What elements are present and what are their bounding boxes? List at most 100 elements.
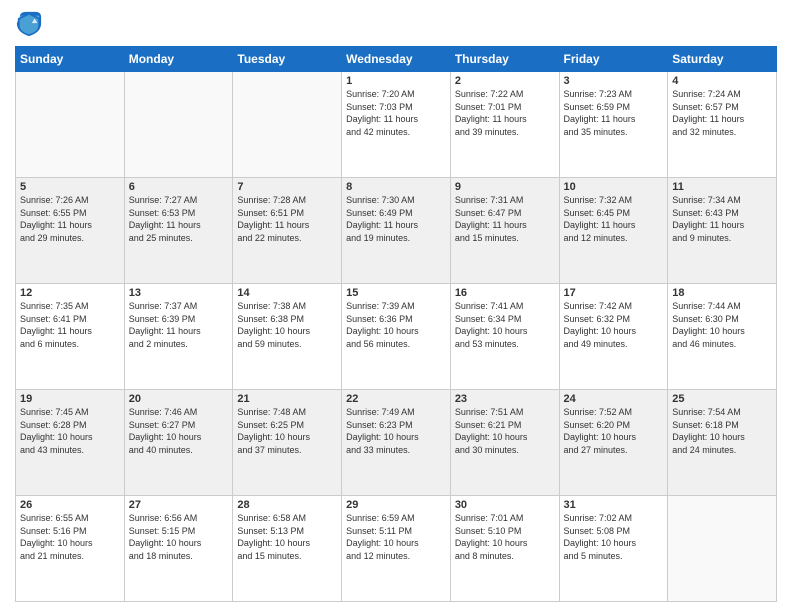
calendar-cell xyxy=(668,496,777,602)
day-number: 21 xyxy=(237,393,337,405)
day-info: Sunrise: 7:01 AM Sunset: 5:10 PM Dayligh… xyxy=(455,512,555,562)
day-number: 29 xyxy=(346,499,446,511)
day-info: Sunrise: 7:32 AM Sunset: 6:45 PM Dayligh… xyxy=(564,194,664,244)
day-info: Sunrise: 7:49 AM Sunset: 6:23 PM Dayligh… xyxy=(346,406,446,456)
calendar-cell: 7Sunrise: 7:28 AM Sunset: 6:51 PM Daylig… xyxy=(233,178,342,284)
calendar-cell: 23Sunrise: 7:51 AM Sunset: 6:21 PM Dayli… xyxy=(450,390,559,496)
day-number: 15 xyxy=(346,287,446,299)
day-info: Sunrise: 7:34 AM Sunset: 6:43 PM Dayligh… xyxy=(672,194,772,244)
day-number: 1 xyxy=(346,75,446,87)
day-number: 24 xyxy=(564,393,664,405)
calendar-cell: 13Sunrise: 7:37 AM Sunset: 6:39 PM Dayli… xyxy=(124,284,233,390)
day-info: Sunrise: 7:30 AM Sunset: 6:49 PM Dayligh… xyxy=(346,194,446,244)
day-info: Sunrise: 7:31 AM Sunset: 6:47 PM Dayligh… xyxy=(455,194,555,244)
calendar-cell: 12Sunrise: 7:35 AM Sunset: 6:41 PM Dayli… xyxy=(16,284,125,390)
calendar-cell: 29Sunrise: 6:59 AM Sunset: 5:11 PM Dayli… xyxy=(342,496,451,602)
calendar-week-2: 5Sunrise: 7:26 AM Sunset: 6:55 PM Daylig… xyxy=(16,178,777,284)
calendar-cell: 20Sunrise: 7:46 AM Sunset: 6:27 PM Dayli… xyxy=(124,390,233,496)
calendar-cell: 18Sunrise: 7:44 AM Sunset: 6:30 PM Dayli… xyxy=(668,284,777,390)
day-number: 9 xyxy=(455,181,555,193)
calendar-cell: 15Sunrise: 7:39 AM Sunset: 6:36 PM Dayli… xyxy=(342,284,451,390)
calendar-cell: 10Sunrise: 7:32 AM Sunset: 6:45 PM Dayli… xyxy=(559,178,668,284)
day-number: 31 xyxy=(564,499,664,511)
day-number: 22 xyxy=(346,393,446,405)
calendar-cell: 14Sunrise: 7:38 AM Sunset: 6:38 PM Dayli… xyxy=(233,284,342,390)
calendar-cell: 3Sunrise: 7:23 AM Sunset: 6:59 PM Daylig… xyxy=(559,72,668,178)
calendar-cell: 4Sunrise: 7:24 AM Sunset: 6:57 PM Daylig… xyxy=(668,72,777,178)
day-info: Sunrise: 7:28 AM Sunset: 6:51 PM Dayligh… xyxy=(237,194,337,244)
day-number: 3 xyxy=(564,75,664,87)
calendar-week-5: 26Sunrise: 6:55 AM Sunset: 5:16 PM Dayli… xyxy=(16,496,777,602)
day-info: Sunrise: 7:37 AM Sunset: 6:39 PM Dayligh… xyxy=(129,300,229,350)
day-number: 5 xyxy=(20,181,120,193)
weekday-header-friday: Friday xyxy=(559,47,668,72)
calendar-cell: 28Sunrise: 6:58 AM Sunset: 5:13 PM Dayli… xyxy=(233,496,342,602)
day-info: Sunrise: 7:02 AM Sunset: 5:08 PM Dayligh… xyxy=(564,512,664,562)
day-info: Sunrise: 7:20 AM Sunset: 7:03 PM Dayligh… xyxy=(346,88,446,138)
day-info: Sunrise: 7:27 AM Sunset: 6:53 PM Dayligh… xyxy=(129,194,229,244)
day-number: 23 xyxy=(455,393,555,405)
day-number: 8 xyxy=(346,181,446,193)
day-info: Sunrise: 7:46 AM Sunset: 6:27 PM Dayligh… xyxy=(129,406,229,456)
day-info: Sunrise: 6:55 AM Sunset: 5:16 PM Dayligh… xyxy=(20,512,120,562)
calendar-week-4: 19Sunrise: 7:45 AM Sunset: 6:28 PM Dayli… xyxy=(16,390,777,496)
calendar-cell: 22Sunrise: 7:49 AM Sunset: 6:23 PM Dayli… xyxy=(342,390,451,496)
weekday-header-row: SundayMondayTuesdayWednesdayThursdayFrid… xyxy=(16,47,777,72)
day-number: 18 xyxy=(672,287,772,299)
calendar-cell: 21Sunrise: 7:48 AM Sunset: 6:25 PM Dayli… xyxy=(233,390,342,496)
day-info: Sunrise: 7:51 AM Sunset: 6:21 PM Dayligh… xyxy=(455,406,555,456)
day-info: Sunrise: 7:54 AM Sunset: 6:18 PM Dayligh… xyxy=(672,406,772,456)
day-number: 30 xyxy=(455,499,555,511)
calendar-cell: 2Sunrise: 7:22 AM Sunset: 7:01 PM Daylig… xyxy=(450,72,559,178)
calendar-cell xyxy=(233,72,342,178)
day-number: 20 xyxy=(129,393,229,405)
day-info: Sunrise: 7:52 AM Sunset: 6:20 PM Dayligh… xyxy=(564,406,664,456)
calendar-cell: 16Sunrise: 7:41 AM Sunset: 6:34 PM Dayli… xyxy=(450,284,559,390)
day-number: 11 xyxy=(672,181,772,193)
day-number: 12 xyxy=(20,287,120,299)
day-info: Sunrise: 7:24 AM Sunset: 6:57 PM Dayligh… xyxy=(672,88,772,138)
calendar-cell: 27Sunrise: 6:56 AM Sunset: 5:15 PM Dayli… xyxy=(124,496,233,602)
calendar-table: SundayMondayTuesdayWednesdayThursdayFrid… xyxy=(15,46,777,602)
day-info: Sunrise: 7:44 AM Sunset: 6:30 PM Dayligh… xyxy=(672,300,772,350)
calendar-cell: 9Sunrise: 7:31 AM Sunset: 6:47 PM Daylig… xyxy=(450,178,559,284)
day-info: Sunrise: 7:45 AM Sunset: 6:28 PM Dayligh… xyxy=(20,406,120,456)
calendar-cell: 24Sunrise: 7:52 AM Sunset: 6:20 PM Dayli… xyxy=(559,390,668,496)
day-number: 28 xyxy=(237,499,337,511)
day-info: Sunrise: 7:48 AM Sunset: 6:25 PM Dayligh… xyxy=(237,406,337,456)
page: SundayMondayTuesdayWednesdayThursdayFrid… xyxy=(0,0,792,612)
calendar-cell: 11Sunrise: 7:34 AM Sunset: 6:43 PM Dayli… xyxy=(668,178,777,284)
day-number: 27 xyxy=(129,499,229,511)
weekday-header-monday: Monday xyxy=(124,47,233,72)
weekday-header-sunday: Sunday xyxy=(16,47,125,72)
calendar-cell: 6Sunrise: 7:27 AM Sunset: 6:53 PM Daylig… xyxy=(124,178,233,284)
day-number: 16 xyxy=(455,287,555,299)
calendar-week-3: 12Sunrise: 7:35 AM Sunset: 6:41 PM Dayli… xyxy=(16,284,777,390)
day-info: Sunrise: 7:38 AM Sunset: 6:38 PM Dayligh… xyxy=(237,300,337,350)
day-number: 10 xyxy=(564,181,664,193)
day-number: 26 xyxy=(20,499,120,511)
day-number: 7 xyxy=(237,181,337,193)
calendar-cell: 25Sunrise: 7:54 AM Sunset: 6:18 PM Dayli… xyxy=(668,390,777,496)
day-info: Sunrise: 6:59 AM Sunset: 5:11 PM Dayligh… xyxy=(346,512,446,562)
logo xyxy=(15,10,47,38)
weekday-header-wednesday: Wednesday xyxy=(342,47,451,72)
calendar-cell: 19Sunrise: 7:45 AM Sunset: 6:28 PM Dayli… xyxy=(16,390,125,496)
calendar-cell: 17Sunrise: 7:42 AM Sunset: 6:32 PM Dayli… xyxy=(559,284,668,390)
calendar-cell: 1Sunrise: 7:20 AM Sunset: 7:03 PM Daylig… xyxy=(342,72,451,178)
calendar-cell: 30Sunrise: 7:01 AM Sunset: 5:10 PM Dayli… xyxy=(450,496,559,602)
calendar-cell: 26Sunrise: 6:55 AM Sunset: 5:16 PM Dayli… xyxy=(16,496,125,602)
day-info: Sunrise: 6:56 AM Sunset: 5:15 PM Dayligh… xyxy=(129,512,229,562)
day-number: 17 xyxy=(564,287,664,299)
day-info: Sunrise: 6:58 AM Sunset: 5:13 PM Dayligh… xyxy=(237,512,337,562)
day-info: Sunrise: 7:42 AM Sunset: 6:32 PM Dayligh… xyxy=(564,300,664,350)
day-number: 13 xyxy=(129,287,229,299)
day-number: 2 xyxy=(455,75,555,87)
header xyxy=(15,10,777,38)
calendar-cell: 5Sunrise: 7:26 AM Sunset: 6:55 PM Daylig… xyxy=(16,178,125,284)
day-info: Sunrise: 7:41 AM Sunset: 6:34 PM Dayligh… xyxy=(455,300,555,350)
calendar-cell: 8Sunrise: 7:30 AM Sunset: 6:49 PM Daylig… xyxy=(342,178,451,284)
day-info: Sunrise: 7:39 AM Sunset: 6:36 PM Dayligh… xyxy=(346,300,446,350)
day-info: Sunrise: 7:35 AM Sunset: 6:41 PM Dayligh… xyxy=(20,300,120,350)
weekday-header-thursday: Thursday xyxy=(450,47,559,72)
